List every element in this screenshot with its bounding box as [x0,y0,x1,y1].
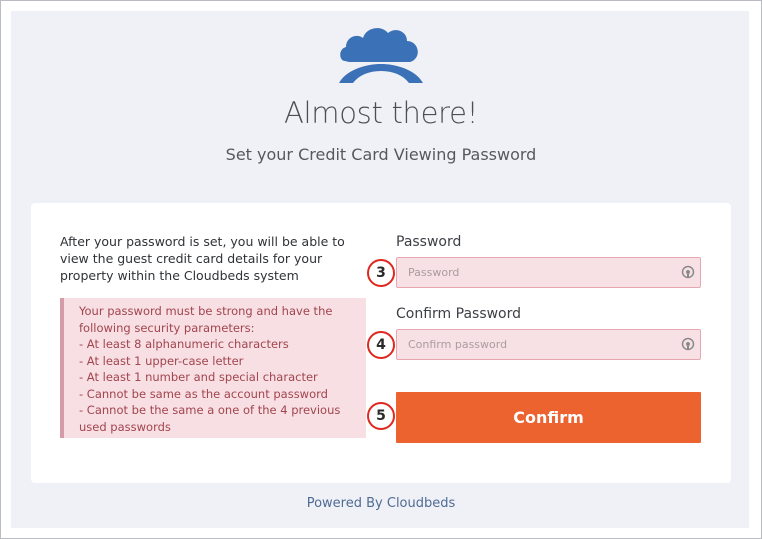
powered-by-link[interactable]: Powered By Cloudbeds [0,496,762,511]
password-input[interactable] [396,257,701,288]
intro-text: After your password is set, you will be … [60,234,345,283]
callout-marker: 5 [367,402,395,430]
cloudbeds-logo-icon [339,28,423,83]
rules-line: - Cannot be same as the account password [79,386,328,401]
confirm-button[interactable]: Confirm [396,392,701,443]
eye-toggle-icon[interactable] [681,265,695,279]
confirm-password-input[interactable] [396,329,701,360]
page-title: Almost there! [283,96,479,130]
eye-toggle-icon[interactable] [681,337,695,351]
callout-marker: 4 [367,331,395,359]
rules-line: following security parameters: [79,320,255,335]
rules-line: - Cannot be the same a one of the 4 prev… [79,403,341,417]
confirm-password-label: Confirm Password [396,306,522,322]
rules-line: used passwords [79,419,171,434]
rules-line: Your password must be strong and have th… [79,304,333,318]
rules-line: - At least 1 number and special characte… [79,370,318,384]
page-subtitle: Set your Credit Card Viewing Password [225,145,537,164]
rules-line: - At least 1 upper-case letter [79,353,244,368]
callout-marker: 3 [367,259,395,287]
password-rules-box: Your password must be strong and have th… [60,298,366,438]
password-label: Password [396,234,462,250]
rules-line: - At least 8 alphanumeric characters [79,337,289,351]
